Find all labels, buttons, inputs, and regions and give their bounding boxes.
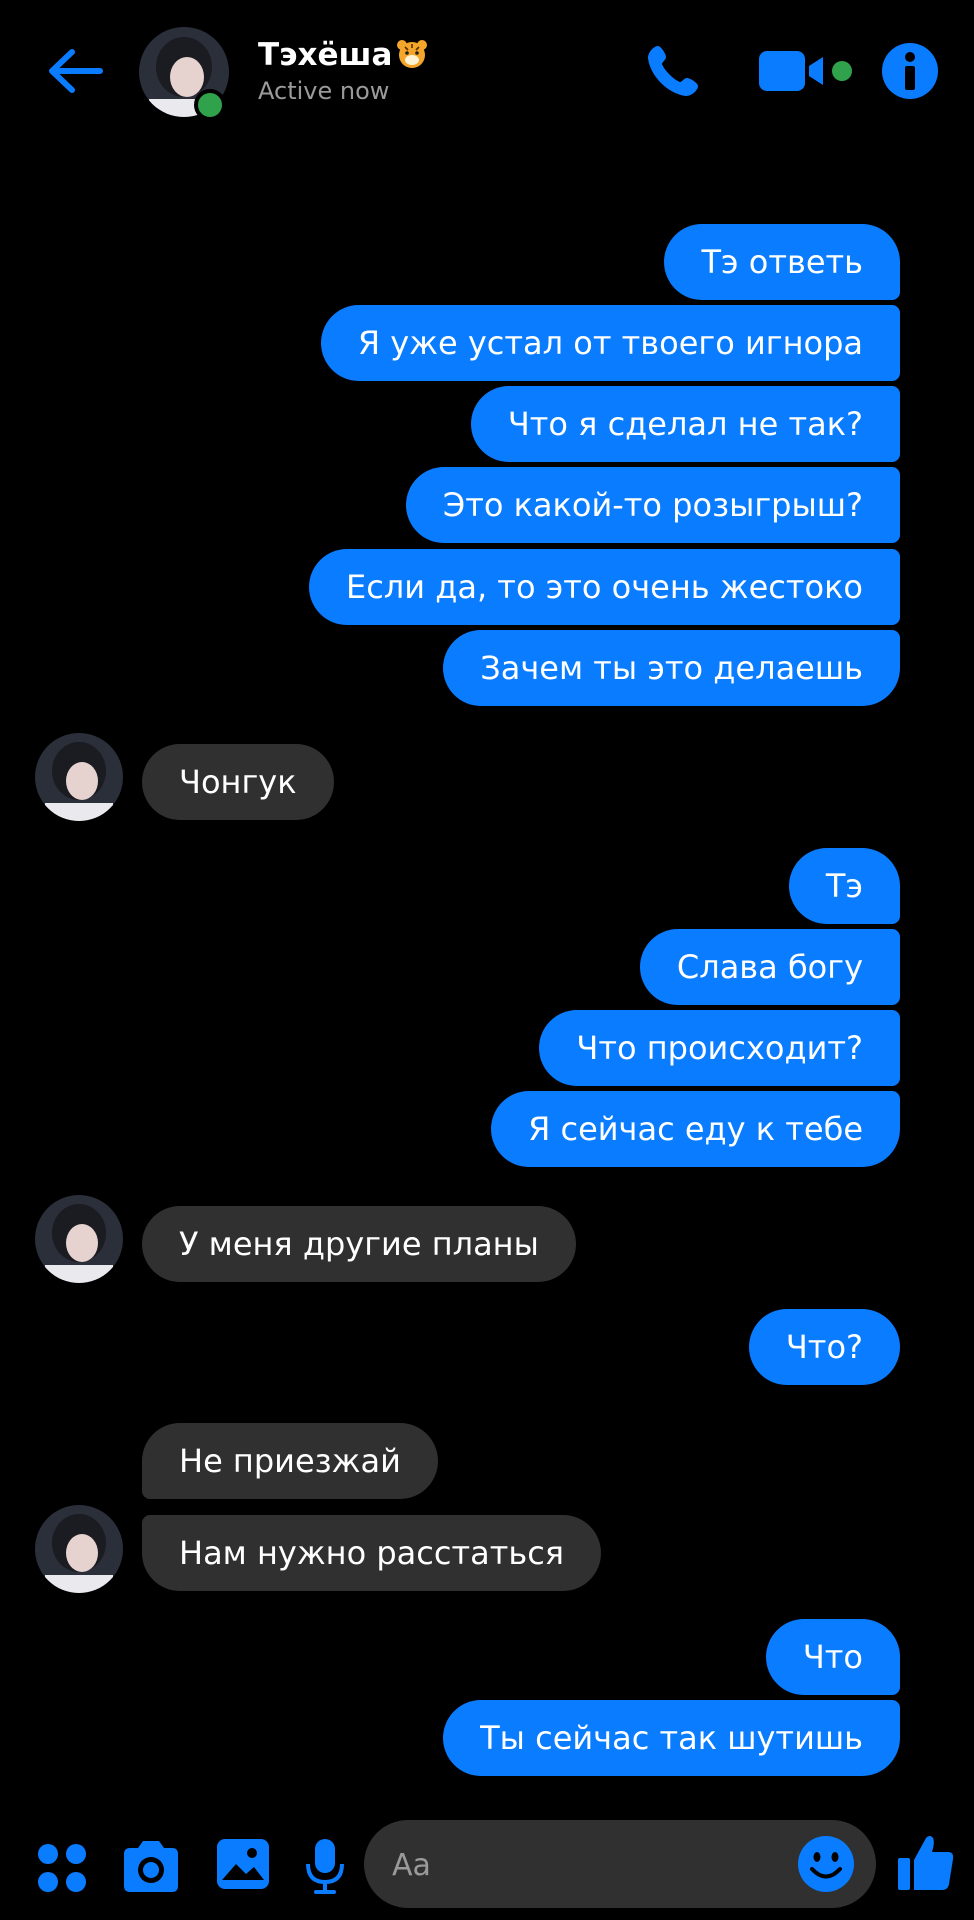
outgoing-message[interactable]: Это какой-то розыгрыш? (405, 467, 900, 543)
online-indicator (194, 89, 226, 121)
contact-name[interactable]: Тэхёша (258, 36, 428, 74)
contact-avatar-small[interactable] (35, 1505, 123, 1593)
back-arrow-icon[interactable] (44, 40, 106, 102)
chat-header: Тэхёша Active now (0, 0, 974, 150)
outgoing-message[interactable]: Если да, то это очень жестоко (308, 549, 900, 625)
outgoing-message[interactable]: Что (765, 1619, 900, 1695)
incoming-message[interactable]: Нам нужно расстаться (142, 1515, 602, 1591)
gallery-icon[interactable] (214, 1836, 272, 1892)
camera-icon[interactable] (120, 1838, 182, 1896)
thumbs-up-icon[interactable] (896, 1832, 956, 1894)
apps-icon[interactable] (36, 1842, 88, 1894)
video-camera-icon[interactable] (757, 48, 857, 94)
phone-icon[interactable] (640, 40, 704, 104)
incoming-message[interactable]: У меня другие планы (142, 1206, 576, 1282)
outgoing-message[interactable]: Я уже устал от твоего игнора (320, 305, 900, 381)
outgoing-message[interactable]: Тэ ответь (664, 224, 900, 300)
contact-avatar-small[interactable] (35, 1195, 123, 1283)
tiger-emoji-icon (397, 40, 428, 68)
message-input[interactable] (390, 1820, 774, 1910)
incoming-message[interactable]: Чонгук (142, 744, 334, 820)
contact-avatar-small[interactable] (35, 733, 123, 821)
presence-status: Active now (258, 77, 390, 105)
emoji-icon[interactable] (796, 1834, 856, 1894)
outgoing-message[interactable]: Зачем ты это делаешь (443, 630, 900, 706)
outgoing-message[interactable]: Ты сейчас так шутишь (443, 1700, 900, 1776)
outgoing-message[interactable]: Тэ (788, 848, 900, 924)
outgoing-message[interactable]: Что? (748, 1309, 900, 1385)
info-icon[interactable] (880, 41, 940, 101)
incoming-message[interactable]: Не приезжай (142, 1423, 438, 1499)
outgoing-message[interactable]: Что происходит? (539, 1010, 900, 1086)
outgoing-message[interactable]: Что я сделал не так? (470, 386, 900, 462)
microphone-icon[interactable] (302, 1836, 348, 1896)
outgoing-message[interactable]: Я сейчас еду к тебе (491, 1091, 900, 1167)
outgoing-message[interactable]: Слава богу (639, 929, 900, 1005)
